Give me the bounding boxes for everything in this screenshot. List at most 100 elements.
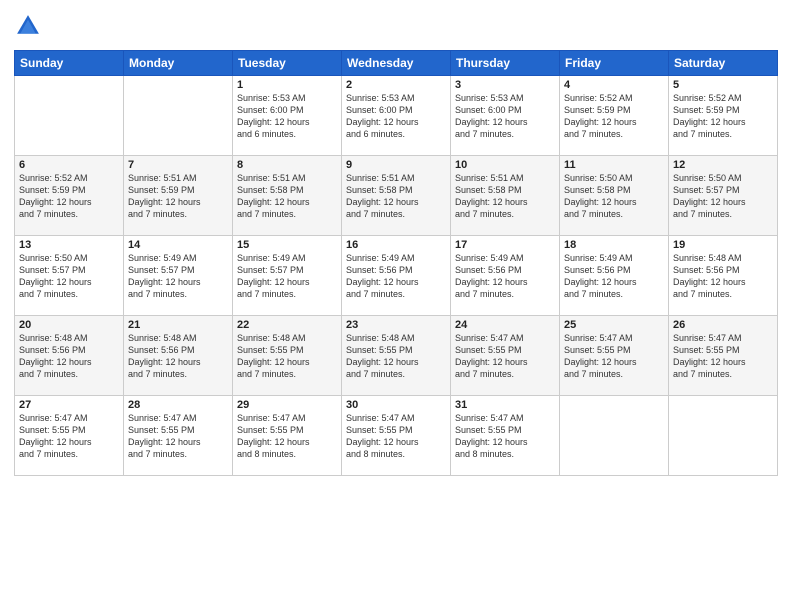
day-cell: 12Sunrise: 5:50 AM Sunset: 5:57 PM Dayli… bbox=[669, 156, 778, 236]
day-cell: 2Sunrise: 5:53 AM Sunset: 6:00 PM Daylig… bbox=[342, 76, 451, 156]
day-info: Sunrise: 5:49 AM Sunset: 5:57 PM Dayligh… bbox=[128, 252, 228, 301]
day-cell: 3Sunrise: 5:53 AM Sunset: 6:00 PM Daylig… bbox=[451, 76, 560, 156]
week-row-2: 6Sunrise: 5:52 AM Sunset: 5:59 PM Daylig… bbox=[15, 156, 778, 236]
day-cell: 13Sunrise: 5:50 AM Sunset: 5:57 PM Dayli… bbox=[15, 236, 124, 316]
day-number: 10 bbox=[455, 159, 555, 171]
day-info: Sunrise: 5:53 AM Sunset: 6:00 PM Dayligh… bbox=[455, 92, 555, 141]
day-number: 1 bbox=[237, 79, 337, 91]
day-number: 15 bbox=[237, 239, 337, 251]
day-number: 24 bbox=[455, 319, 555, 331]
day-cell: 30Sunrise: 5:47 AM Sunset: 5:55 PM Dayli… bbox=[342, 396, 451, 476]
day-info: Sunrise: 5:50 AM Sunset: 5:57 PM Dayligh… bbox=[19, 252, 119, 301]
day-info: Sunrise: 5:47 AM Sunset: 5:55 PM Dayligh… bbox=[19, 412, 119, 461]
header bbox=[14, 12, 778, 40]
day-number: 6 bbox=[19, 159, 119, 171]
weekday-header-friday: Friday bbox=[560, 51, 669, 76]
day-cell: 10Sunrise: 5:51 AM Sunset: 5:58 PM Dayli… bbox=[451, 156, 560, 236]
day-cell: 29Sunrise: 5:47 AM Sunset: 5:55 PM Dayli… bbox=[233, 396, 342, 476]
weekday-header-row: SundayMondayTuesdayWednesdayThursdayFrid… bbox=[15, 51, 778, 76]
page: SundayMondayTuesdayWednesdayThursdayFrid… bbox=[0, 0, 792, 612]
day-number: 7 bbox=[128, 159, 228, 171]
day-cell: 28Sunrise: 5:47 AM Sunset: 5:55 PM Dayli… bbox=[124, 396, 233, 476]
day-cell: 20Sunrise: 5:48 AM Sunset: 5:56 PM Dayli… bbox=[15, 316, 124, 396]
day-info: Sunrise: 5:51 AM Sunset: 5:58 PM Dayligh… bbox=[346, 172, 446, 221]
weekday-header-sunday: Sunday bbox=[15, 51, 124, 76]
day-info: Sunrise: 5:52 AM Sunset: 5:59 PM Dayligh… bbox=[564, 92, 664, 141]
day-number: 27 bbox=[19, 399, 119, 411]
day-info: Sunrise: 5:50 AM Sunset: 5:58 PM Dayligh… bbox=[564, 172, 664, 221]
day-cell: 5Sunrise: 5:52 AM Sunset: 5:59 PM Daylig… bbox=[669, 76, 778, 156]
day-number: 25 bbox=[564, 319, 664, 331]
day-info: Sunrise: 5:47 AM Sunset: 5:55 PM Dayligh… bbox=[564, 332, 664, 381]
day-number: 8 bbox=[237, 159, 337, 171]
day-cell: 26Sunrise: 5:47 AM Sunset: 5:55 PM Dayli… bbox=[669, 316, 778, 396]
day-cell: 18Sunrise: 5:49 AM Sunset: 5:56 PM Dayli… bbox=[560, 236, 669, 316]
day-number: 4 bbox=[564, 79, 664, 91]
day-info: Sunrise: 5:53 AM Sunset: 6:00 PM Dayligh… bbox=[237, 92, 337, 141]
week-row-5: 27Sunrise: 5:47 AM Sunset: 5:55 PM Dayli… bbox=[15, 396, 778, 476]
day-info: Sunrise: 5:48 AM Sunset: 5:56 PM Dayligh… bbox=[128, 332, 228, 381]
weekday-header-monday: Monday bbox=[124, 51, 233, 76]
day-info: Sunrise: 5:49 AM Sunset: 5:56 PM Dayligh… bbox=[455, 252, 555, 301]
day-cell bbox=[669, 396, 778, 476]
day-info: Sunrise: 5:48 AM Sunset: 5:56 PM Dayligh… bbox=[673, 252, 773, 301]
day-cell: 14Sunrise: 5:49 AM Sunset: 5:57 PM Dayli… bbox=[124, 236, 233, 316]
day-cell: 15Sunrise: 5:49 AM Sunset: 5:57 PM Dayli… bbox=[233, 236, 342, 316]
day-cell: 25Sunrise: 5:47 AM Sunset: 5:55 PM Dayli… bbox=[560, 316, 669, 396]
day-cell: 11Sunrise: 5:50 AM Sunset: 5:58 PM Dayli… bbox=[560, 156, 669, 236]
day-info: Sunrise: 5:49 AM Sunset: 5:57 PM Dayligh… bbox=[237, 252, 337, 301]
day-info: Sunrise: 5:48 AM Sunset: 5:55 PM Dayligh… bbox=[237, 332, 337, 381]
day-number: 30 bbox=[346, 399, 446, 411]
day-number: 26 bbox=[673, 319, 773, 331]
logo bbox=[14, 12, 46, 40]
day-info: Sunrise: 5:48 AM Sunset: 5:55 PM Dayligh… bbox=[346, 332, 446, 381]
day-number: 13 bbox=[19, 239, 119, 251]
day-cell: 1Sunrise: 5:53 AM Sunset: 6:00 PM Daylig… bbox=[233, 76, 342, 156]
day-info: Sunrise: 5:47 AM Sunset: 5:55 PM Dayligh… bbox=[128, 412, 228, 461]
day-cell: 9Sunrise: 5:51 AM Sunset: 5:58 PM Daylig… bbox=[342, 156, 451, 236]
day-info: Sunrise: 5:47 AM Sunset: 5:55 PM Dayligh… bbox=[455, 412, 555, 461]
week-row-3: 13Sunrise: 5:50 AM Sunset: 5:57 PM Dayli… bbox=[15, 236, 778, 316]
day-info: Sunrise: 5:47 AM Sunset: 5:55 PM Dayligh… bbox=[673, 332, 773, 381]
day-cell bbox=[124, 76, 233, 156]
day-cell: 7Sunrise: 5:51 AM Sunset: 5:59 PM Daylig… bbox=[124, 156, 233, 236]
day-number: 9 bbox=[346, 159, 446, 171]
day-info: Sunrise: 5:52 AM Sunset: 5:59 PM Dayligh… bbox=[673, 92, 773, 141]
day-number: 17 bbox=[455, 239, 555, 251]
day-number: 21 bbox=[128, 319, 228, 331]
day-info: Sunrise: 5:48 AM Sunset: 5:56 PM Dayligh… bbox=[19, 332, 119, 381]
day-cell: 17Sunrise: 5:49 AM Sunset: 5:56 PM Dayli… bbox=[451, 236, 560, 316]
day-cell: 31Sunrise: 5:47 AM Sunset: 5:55 PM Dayli… bbox=[451, 396, 560, 476]
day-info: Sunrise: 5:49 AM Sunset: 5:56 PM Dayligh… bbox=[564, 252, 664, 301]
week-row-4: 20Sunrise: 5:48 AM Sunset: 5:56 PM Dayli… bbox=[15, 316, 778, 396]
day-number: 23 bbox=[346, 319, 446, 331]
day-info: Sunrise: 5:47 AM Sunset: 5:55 PM Dayligh… bbox=[455, 332, 555, 381]
week-row-1: 1Sunrise: 5:53 AM Sunset: 6:00 PM Daylig… bbox=[15, 76, 778, 156]
day-cell: 21Sunrise: 5:48 AM Sunset: 5:56 PM Dayli… bbox=[124, 316, 233, 396]
weekday-header-tuesday: Tuesday bbox=[233, 51, 342, 76]
day-cell: 6Sunrise: 5:52 AM Sunset: 5:59 PM Daylig… bbox=[15, 156, 124, 236]
logo-icon bbox=[14, 12, 42, 40]
day-number: 5 bbox=[673, 79, 773, 91]
day-info: Sunrise: 5:47 AM Sunset: 5:55 PM Dayligh… bbox=[237, 412, 337, 461]
day-info: Sunrise: 5:52 AM Sunset: 5:59 PM Dayligh… bbox=[19, 172, 119, 221]
day-number: 16 bbox=[346, 239, 446, 251]
day-cell bbox=[560, 396, 669, 476]
day-number: 19 bbox=[673, 239, 773, 251]
day-info: Sunrise: 5:47 AM Sunset: 5:55 PM Dayligh… bbox=[346, 412, 446, 461]
day-cell: 19Sunrise: 5:48 AM Sunset: 5:56 PM Dayli… bbox=[669, 236, 778, 316]
day-info: Sunrise: 5:53 AM Sunset: 6:00 PM Dayligh… bbox=[346, 92, 446, 141]
day-info: Sunrise: 5:49 AM Sunset: 5:56 PM Dayligh… bbox=[346, 252, 446, 301]
day-number: 11 bbox=[564, 159, 664, 171]
day-number: 2 bbox=[346, 79, 446, 91]
day-cell bbox=[15, 76, 124, 156]
day-cell: 4Sunrise: 5:52 AM Sunset: 5:59 PM Daylig… bbox=[560, 76, 669, 156]
weekday-header-wednesday: Wednesday bbox=[342, 51, 451, 76]
day-cell: 16Sunrise: 5:49 AM Sunset: 5:56 PM Dayli… bbox=[342, 236, 451, 316]
day-cell: 23Sunrise: 5:48 AM Sunset: 5:55 PM Dayli… bbox=[342, 316, 451, 396]
day-number: 29 bbox=[237, 399, 337, 411]
day-cell: 27Sunrise: 5:47 AM Sunset: 5:55 PM Dayli… bbox=[15, 396, 124, 476]
day-number: 28 bbox=[128, 399, 228, 411]
day-number: 22 bbox=[237, 319, 337, 331]
day-info: Sunrise: 5:51 AM Sunset: 5:59 PM Dayligh… bbox=[128, 172, 228, 221]
